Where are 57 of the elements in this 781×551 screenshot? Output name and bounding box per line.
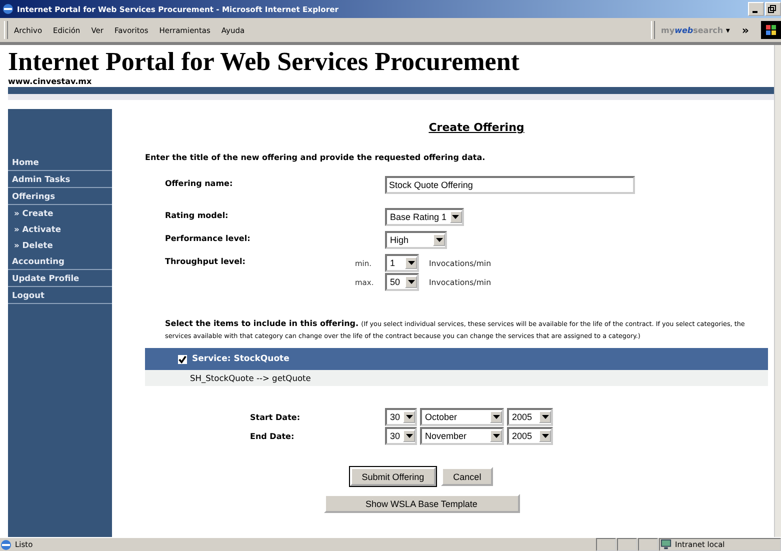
nav-link[interactable]: Logout: [8, 287, 112, 304]
nav-link[interactable]: Offerings: [8, 188, 112, 205]
caret-icon: [542, 434, 549, 438]
year-dropdown[interactable]: 2005: [507, 408, 554, 426]
field-label: Rating model:: [165, 210, 230, 220]
day-dropdown[interactable]: 30: [385, 408, 418, 426]
restore-icon: [767, 4, 777, 14]
form-button[interactable]: Cancel: [441, 467, 494, 486]
nav-link[interactable]: Update Profile: [8, 270, 112, 287]
day-dropdown[interactable]: 30: [385, 427, 418, 445]
windows-logo-icon: [761, 21, 781, 39]
network-icon: [660, 539, 672, 550]
year-dropdown[interactable]: 2005: [507, 427, 554, 445]
site-url: www.cinvestav.mx: [8, 77, 93, 86]
form-button[interactable]: Submit Offering: [350, 467, 436, 486]
field-label: Performance level:: [165, 233, 252, 243]
nav-sublink[interactable]: » Create: [8, 205, 112, 221]
nav-link[interactable]: Home: [8, 154, 112, 171]
service-checkbox[interactable]: [178, 354, 187, 364]
field-label: Throughput level:: [165, 256, 246, 266]
caret-icon: [408, 280, 414, 284]
date-label: Start Date:: [250, 412, 302, 422]
caret-icon: [406, 434, 413, 438]
service-name: Service: StockQuote: [192, 354, 290, 364]
nav-link[interactable]: Admin Tasks: [8, 171, 112, 188]
caret-icon: [492, 415, 500, 419]
minimize-icon: [752, 11, 758, 13]
service-operation: SH_StockQuote --> getQuote: [190, 373, 311, 383]
more-toolbar-button[interactable]: »: [742, 24, 749, 36]
nav-sublink[interactable]: » Delete: [8, 237, 112, 253]
scrollbar[interactable]: [774, 45, 781, 537]
caret-icon: [542, 415, 549, 419]
browser-icon: [2, 3, 14, 15]
page-heading: Create Offering: [428, 121, 526, 134]
date-label: End Date:: [250, 432, 296, 440]
month-dropdown[interactable]: November: [420, 427, 504, 445]
instructions-text: Enter the title of the new offering and provide the requested offering data.: [145, 153, 486, 162]
caret-icon: [436, 238, 442, 242]
caret-icon: [406, 415, 413, 419]
page-icon: [0, 538, 12, 550]
minimize-button[interactable]: [748, 2, 764, 16]
offering-name-field[interactable]: Stock Quote Offering: [385, 176, 635, 194]
rating-model-dropdown[interactable]: Base Rating 1: [385, 208, 464, 226]
nav-link[interactable]: Accounting: [8, 253, 112, 270]
caret-icon: [408, 261, 414, 265]
nav-sublink[interactable]: » Activate: [8, 221, 112, 237]
max-throughput-dropdown[interactable]: 50: [385, 273, 419, 291]
performance-level-dropdown[interactable]: High: [385, 231, 447, 249]
caret-icon: [452, 215, 460, 219]
site-title: Internet Portal for Web Services Procurement: [8, 47, 520, 77]
month-dropdown[interactable]: October: [420, 408, 504, 426]
min-throughput-dropdown[interactable]: 1: [385, 254, 419, 272]
template-button[interactable]: Show WSLA Base Template: [324, 494, 520, 513]
restore-button[interactable]: [765, 2, 781, 16]
search-toolbar-button[interactable]: mywebsearch ▾: [661, 26, 730, 34]
caret-icon: [492, 434, 500, 438]
field-label: Offering name:: [165, 178, 234, 188]
